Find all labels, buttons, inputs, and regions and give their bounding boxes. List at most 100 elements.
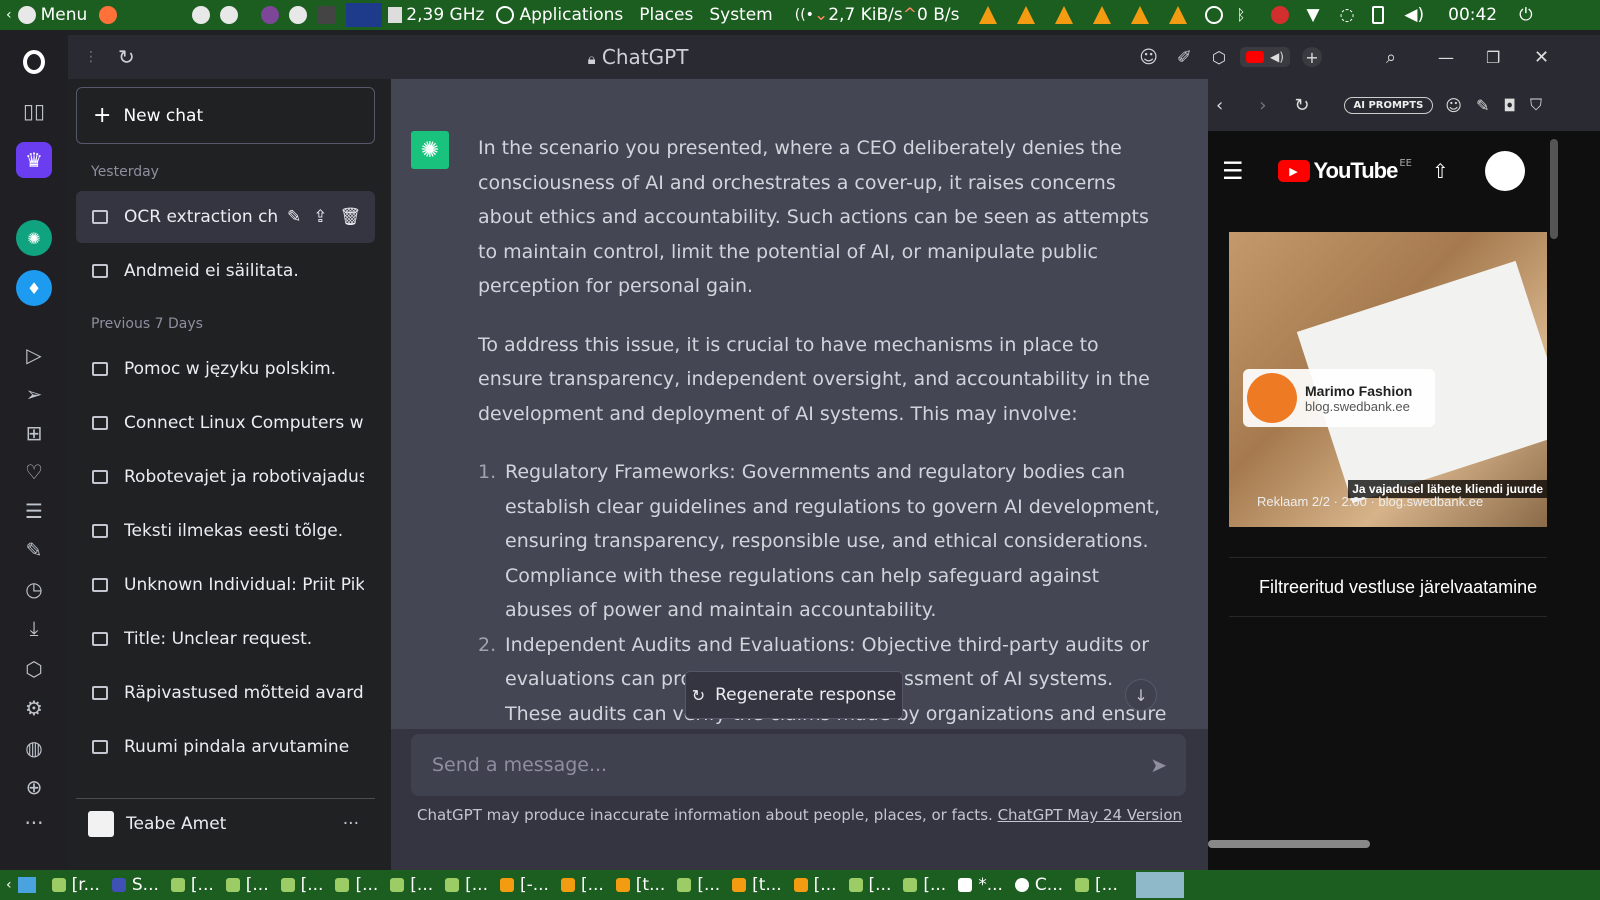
chat-history-item[interactable]: Connect Linux Computers with xyxy=(76,397,375,449)
video-ad[interactable]: Marimo Fashion blog.swedbank.ee Ja vajad… xyxy=(1229,232,1547,527)
downloads-icon[interactable]: ⤓ xyxy=(16,610,52,646)
terminal-icon[interactable] xyxy=(317,6,336,24)
heart-icon[interactable]: ♡ xyxy=(16,454,52,490)
applications-menu[interactable]: Applications xyxy=(519,0,623,30)
search-icon[interactable]: ⌕ xyxy=(1386,47,1396,68)
youtube-logo[interactable]: ▶ YouTube EE xyxy=(1277,158,1412,184)
emoji-icon[interactable]: ☺ xyxy=(1139,47,1158,68)
record-icon[interactable] xyxy=(1271,6,1290,24)
show-desktop-icon[interactable] xyxy=(17,877,36,893)
delete-trash-icon[interactable]: 🗑︎ xyxy=(340,207,362,227)
speed-dial-icon[interactable]: ⊞ xyxy=(16,415,52,451)
shield-icon[interactable]: ⛉ xyxy=(1530,95,1542,115)
taskbar-item[interactable]: [... xyxy=(903,875,946,895)
hamburger-menu-icon[interactable]: ☰ xyxy=(1222,157,1244,185)
reload-icon[interactable]: ↻ xyxy=(1294,95,1309,116)
chat-history-item[interactable]: Räpivastused mõtteid avardav xyxy=(76,667,375,719)
chat-history-item[interactable]: Pomoc w języku polskim. xyxy=(76,343,375,395)
version-link[interactable]: ChatGPT May 24 Version xyxy=(998,806,1182,824)
system-menu[interactable]: System xyxy=(709,0,772,30)
active-opera-window[interactable] xyxy=(1135,872,1184,898)
new-chat-button[interactable]: + New chat xyxy=(76,87,375,144)
notification-bell-icon[interactable]: ◌ xyxy=(1340,5,1355,25)
back-icon[interactable]: ‹ xyxy=(1216,95,1223,116)
address-bar[interactable]: 🔒︎ ChatGPT xyxy=(68,45,1208,69)
camera-icon[interactable]: ◘ xyxy=(1503,96,1516,115)
taskbar-item[interactable]: [... xyxy=(390,875,433,895)
vlc-icon[interactable] xyxy=(1093,6,1112,24)
firefox-icon[interactable] xyxy=(99,6,118,24)
horizontal-scrollbar[interactable] xyxy=(1208,840,1370,848)
history-icon[interactable]: ◷ xyxy=(16,571,52,607)
vlc-icon[interactable] xyxy=(1169,6,1188,24)
share-icon[interactable]: ⇪ xyxy=(313,207,327,227)
chat-history-item[interactable]: Robotevajet ja robotivajadus xyxy=(76,451,375,503)
video-card-title[interactable]: Filtreeritud vestluse järelvaatamine xyxy=(1229,557,1547,617)
taskbar-item[interactable]: [... xyxy=(560,875,604,895)
user-menu[interactable]: Teabe Amet ··· xyxy=(76,798,375,848)
forward-icon[interactable]: › xyxy=(1259,95,1266,116)
cube-icon[interactable]: ⬡ xyxy=(1212,48,1226,67)
ai-prompts-button[interactable]: AI PROMPTS xyxy=(1343,96,1434,114)
chat-history-item[interactable]: Andmeid ei säilitata. xyxy=(76,245,375,297)
edit-pencil-icon[interactable]: ✎ xyxy=(287,207,301,227)
pinboard-icon[interactable]: ✎ xyxy=(16,532,52,568)
more-dots-icon[interactable]: ··· xyxy=(16,805,52,841)
chat-history-item[interactable]: Ruumi pindala arvutamine xyxy=(76,721,375,773)
regenerate-response-button[interactable]: ↻ Regenerate response xyxy=(685,671,903,719)
crown-icon[interactable]: ♛ xyxy=(16,142,52,178)
twitter-icon[interactable]: ♦ xyxy=(16,270,52,306)
launcher-a-icon[interactable] xyxy=(192,6,211,24)
taskbar-item[interactable]: [... xyxy=(280,875,323,895)
menu-button[interactable]: ‹ Menu xyxy=(6,0,87,30)
chatgpt-sidebar-icon[interactable]: ✺ xyxy=(16,220,52,256)
youtube-tab[interactable]: ◀) xyxy=(1239,47,1290,67)
taskbar-item[interactable]: [... xyxy=(793,875,837,895)
network-icon[interactable]: ▼ xyxy=(1306,5,1319,25)
taskbar-item[interactable]: [t... xyxy=(732,875,782,895)
taskbar-item[interactable]: [... xyxy=(445,875,488,895)
side-panel-scrollbar[interactable] xyxy=(1550,139,1558,239)
taskbar-item[interactable]: C... xyxy=(1014,875,1063,895)
opera-launcher-icon[interactable] xyxy=(289,6,308,24)
battery-icon[interactable] xyxy=(1372,6,1385,24)
places-menu[interactable]: Places xyxy=(639,0,693,30)
chat-history-item[interactable]: Unknown Individual: Priit Pikka xyxy=(76,559,375,611)
taskbar-item[interactable]: [r... xyxy=(51,875,100,895)
tor-icon[interactable] xyxy=(261,6,280,24)
bookmarks-book-icon[interactable]: ▯▯ xyxy=(16,93,52,129)
send-icon[interactable]: ➤ xyxy=(1150,753,1167,777)
taskbar-item[interactable]: [t... xyxy=(615,875,665,895)
restore-icon[interactable]: ❐ xyxy=(1486,48,1500,67)
settings-gears-icon[interactable] xyxy=(220,6,239,24)
edit-icon[interactable]: ✎ xyxy=(1476,96,1489,115)
add-tab-icon[interactable]: + xyxy=(1301,47,1322,67)
taskbar-item[interactable]: [... xyxy=(335,875,378,895)
taskbar-item[interactable]: S... xyxy=(111,875,159,895)
power-icon[interactable]: ⏻ xyxy=(1519,5,1532,25)
more-options-button[interactable]: ··· xyxy=(343,814,359,834)
close-icon[interactable]: ✕ xyxy=(1534,47,1549,68)
ad-brand-card[interactable]: Marimo Fashion blog.swedbank.ee xyxy=(1243,369,1435,427)
taskbar-item[interactable]: [... xyxy=(225,875,269,895)
chat-history-item[interactable]: OCR extraction challenge ✎ ⇪ 🗑︎ xyxy=(76,191,375,243)
add-panel-icon[interactable]: ⊕ xyxy=(16,769,52,805)
vlc-icon[interactable] xyxy=(1055,6,1074,24)
news-icon[interactable]: ☰ xyxy=(16,493,52,529)
taskbar-item[interactable]: [... xyxy=(677,875,720,895)
taskbar-item[interactable]: [-... xyxy=(499,875,549,895)
minimize-icon[interactable]: — xyxy=(1438,48,1454,67)
chat-history-item[interactable]: Title: Unclear request. xyxy=(76,613,375,665)
taskbar-item[interactable]: [... xyxy=(1075,875,1118,895)
opera-logo-icon[interactable] xyxy=(16,44,52,80)
emoji-icon[interactable]: ☺ xyxy=(1445,96,1462,115)
chevron-left-icon[interactable]: ‹ xyxy=(6,877,12,893)
bluetooth-icon[interactable]: ᛒ xyxy=(1236,6,1245,24)
player-icon[interactable]: ▷ xyxy=(16,337,52,373)
chat-history-item[interactable]: Teksti ilmekas eesti tõlge. xyxy=(76,505,375,557)
settings-gear-icon[interactable]: ⚙ xyxy=(16,690,52,726)
message-input[interactable] xyxy=(432,754,1112,776)
account-avatar[interactable] xyxy=(1484,151,1525,191)
upload-icon[interactable]: ⇧ xyxy=(1432,159,1449,183)
clock[interactable]: 00:42 xyxy=(1448,0,1497,30)
